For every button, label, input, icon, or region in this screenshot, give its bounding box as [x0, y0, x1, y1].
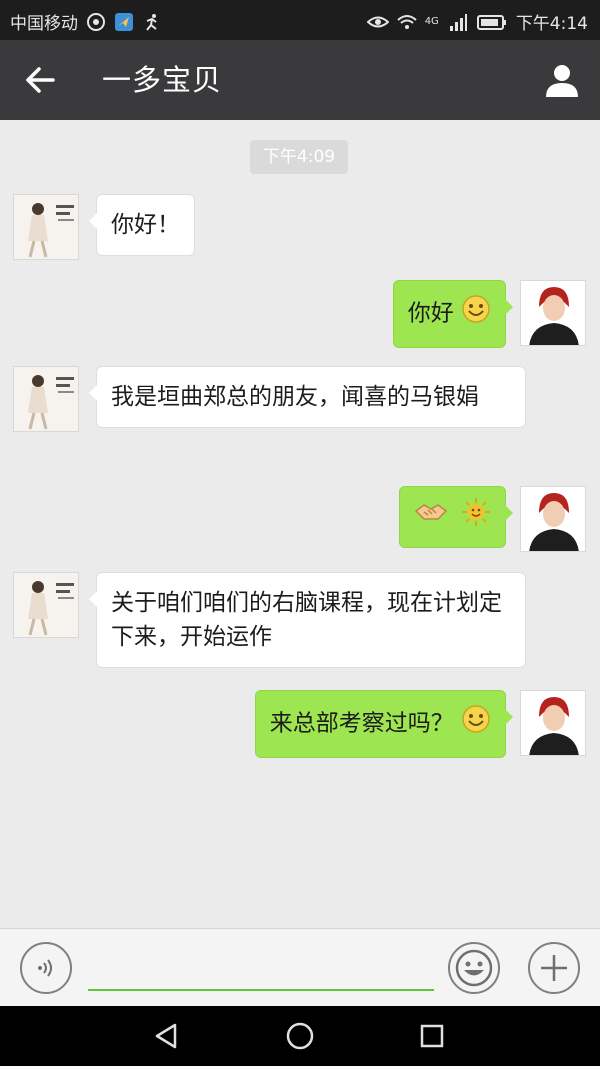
more-options-button[interactable]	[528, 942, 580, 994]
app-notification-icon	[114, 12, 134, 32]
smile-emoji-icon	[461, 294, 491, 334]
message-text: 你好	[407, 300, 454, 327]
person-icon	[546, 65, 578, 97]
nav-home-button[interactable]	[280, 1016, 320, 1056]
contact-photo-image	[14, 367, 78, 431]
incoming-message[interactable]: 你好！	[89, 194, 195, 256]
message-list[interactable]: 下午4:09 你好！ 你好 我是垣曲郑总的朋友，闻喜的马银娟 关于咱们咱们的右脑…	[0, 120, 600, 928]
contact-avatar[interactable]	[13, 572, 79, 638]
voice-icon	[38, 959, 52, 977]
network-type-label: 4G	[424, 16, 439, 27]
smile-emoji-icon	[461, 704, 491, 744]
nav-back-button[interactable]	[146, 1016, 186, 1056]
status-bar: 中国移动 4G 下午4:14	[0, 0, 600, 40]
nav-recents-button[interactable]	[412, 1016, 452, 1056]
chat-title: 一多宝贝	[102, 63, 223, 97]
battery-icon	[476, 12, 507, 32]
my-photo-image	[521, 281, 585, 345]
carrier-label: 中国移动	[10, 14, 78, 34]
system-nav-bar	[0, 1006, 600, 1066]
clock-label: 下午4:14	[515, 14, 588, 34]
contact-photo-image	[14, 195, 78, 259]
contact-photo-image	[14, 573, 78, 637]
back-arrow-icon	[26, 67, 55, 93]
chat-info-button[interactable]	[540, 58, 584, 102]
incoming-message[interactable]: 我是垣曲郑总的朋友，闻喜的马银娟	[89, 366, 526, 428]
voice-input-button[interactable]	[20, 942, 72, 994]
my-avatar[interactable]	[520, 486, 586, 552]
message-timestamp: 下午4:09	[250, 140, 348, 174]
contact-avatar[interactable]	[13, 366, 79, 432]
message-text: 来总部考察过吗？	[269, 710, 454, 737]
my-photo-image	[521, 691, 585, 755]
title-bar: 一多宝贝	[0, 40, 600, 120]
outgoing-message[interactable]	[398, 486, 514, 548]
outgoing-message[interactable]: 你好	[392, 280, 514, 348]
message-text: 我是垣曲郑总的朋友，闻喜的马银娟	[111, 384, 479, 410]
square-recents-icon	[420, 1024, 444, 1048]
running-man-icon	[142, 12, 162, 32]
sun-emoji-icon	[461, 497, 491, 537]
emoji-picker-button[interactable]	[448, 942, 500, 994]
handshake-emoji-icon	[414, 497, 448, 537]
my-avatar[interactable]	[520, 690, 586, 756]
back-button[interactable]	[18, 60, 62, 100]
circle-home-icon	[286, 1022, 314, 1050]
hotspot-icon	[86, 12, 106, 32]
triangle-back-icon	[155, 1023, 177, 1049]
smiley-face-icon	[455, 949, 493, 987]
message-input[interactable]	[88, 951, 434, 991]
signal-icon	[448, 12, 468, 32]
message-text: 关于咱们咱们的右脑课程，现在计划定下来，开始运作	[111, 590, 502, 650]
incoming-message[interactable]: 关于咱们咱们的右脑课程，现在计划定下来，开始运作	[89, 572, 526, 668]
my-avatar[interactable]	[520, 280, 586, 346]
my-photo-image	[521, 487, 585, 551]
outgoing-message[interactable]: 来总部考察过吗？	[254, 690, 514, 758]
wifi-icon	[396, 12, 417, 32]
plus-icon	[541, 955, 567, 981]
message-text: 你好！	[111, 212, 180, 238]
eye-icon	[366, 12, 390, 32]
input-bar	[0, 928, 600, 1006]
contact-avatar[interactable]	[13, 194, 79, 260]
